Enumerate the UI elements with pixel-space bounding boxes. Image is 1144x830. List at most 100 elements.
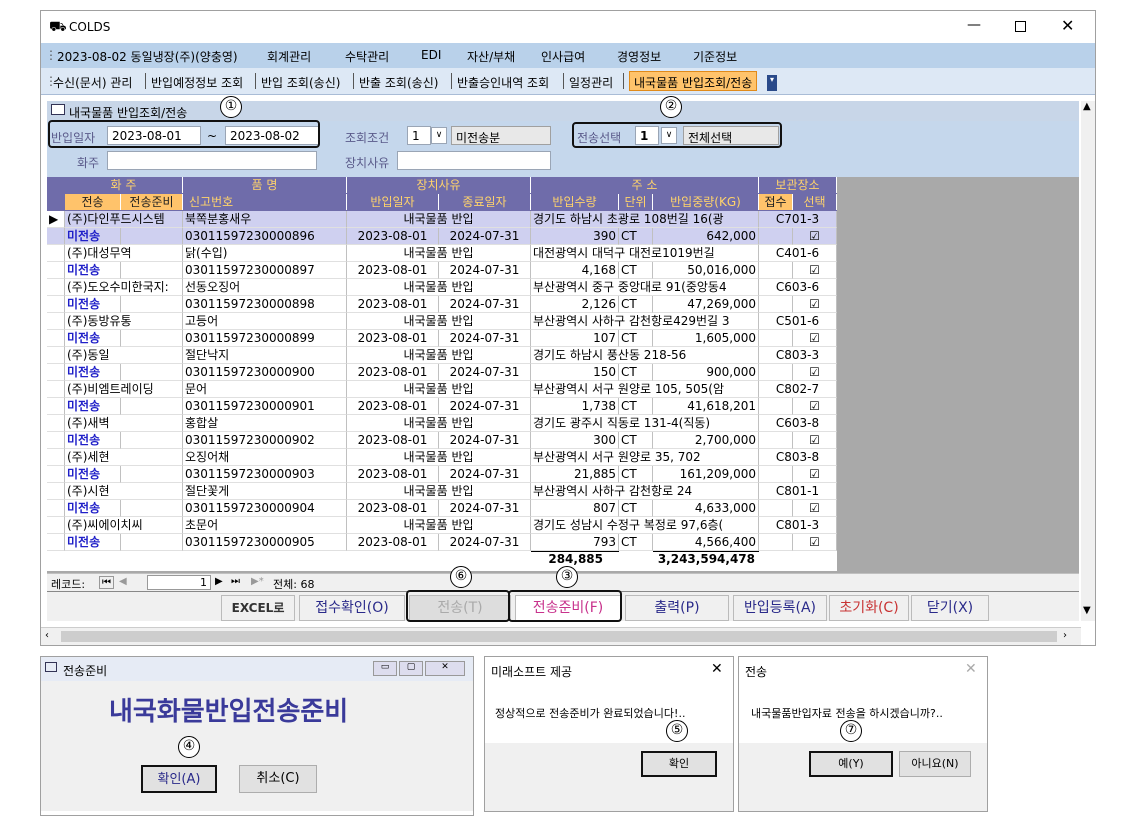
- dlg1-close-icon[interactable]: ✕: [425, 661, 465, 676]
- tb-planned-inbound[interactable]: 반입예정정보 조회: [151, 74, 243, 91]
- accept-cell: [759, 228, 793, 245]
- tb-outbound-query[interactable]: 반출 조회(송신): [359, 74, 438, 91]
- callout-3: ③: [556, 566, 578, 588]
- scroll-left-icon[interactable]: ‹: [45, 630, 49, 641]
- select-checkbox[interactable]: ☑: [793, 466, 837, 483]
- select-checkbox[interactable]: ☑: [793, 262, 837, 279]
- indate-cell: 2023-08-01: [347, 466, 439, 483]
- callout-box-3: [508, 590, 622, 622]
- dlg1-cancel-button[interactable]: 취소(C): [239, 765, 317, 793]
- menu-company[interactable]: 2023-08-02 동일냉장(주)(양충영): [57, 48, 238, 65]
- menu-edi[interactable]: EDI: [421, 48, 441, 62]
- dialog-info: 미래소프트 제공 ✕ 정상적으로 전송준비가 완료되었습니다!.. 확인: [484, 656, 734, 812]
- receive-confirm-button[interactable]: 접수확인(O): [299, 595, 405, 621]
- owner-input[interactable]: [107, 151, 317, 170]
- tb-outbound-approval[interactable]: 반출승인내역 조회: [457, 74, 549, 91]
- menu-assets[interactable]: 자산/부채: [467, 48, 515, 65]
- maximize-icon[interactable]: [1015, 21, 1026, 32]
- select-checkbox[interactable]: ☑: [793, 500, 837, 517]
- menu-standards[interactable]: 기준정보: [693, 48, 737, 65]
- tb-active-tab[interactable]: 내국물품 반입조회/전송: [629, 71, 758, 91]
- select-checkbox[interactable]: ☑: [793, 534, 837, 551]
- table-row[interactable]: (주)씨에이치씨 초문어 내국물품 반입 경기도 성남시 수정구 복정로 97,6층(…: [47, 517, 837, 551]
- select-checkbox[interactable]: ☑: [793, 398, 837, 415]
- tb-inbound-query[interactable]: 반입 조회(송신): [261, 74, 340, 91]
- reason-input[interactable]: [397, 151, 551, 170]
- scroll-thumb[interactable]: [61, 631, 1057, 642]
- dlg3-close-icon[interactable]: ✕: [965, 661, 977, 677]
- weight-cell: 642,000: [653, 228, 759, 245]
- dlg3-no-button[interactable]: 아니요(N): [899, 751, 971, 777]
- table-row[interactable]: (주)비엠트레이딩 문어 내국물품 반입 부산광역시 서구 원양로 105, 505(…: [47, 381, 837, 415]
- horizontal-scrollbar[interactable]: ‹ ›: [41, 627, 1081, 645]
- dlg1-ok-button[interactable]: 확인(A): [141, 765, 217, 793]
- vertical-scrollbar[interactable]: ▲ ▼: [1081, 101, 1095, 621]
- table-row[interactable]: (주)새벽 홍합살 내국물품 반입 경기도 광주시 직동로 131-4(직동) C603…: [47, 415, 837, 449]
- overflow-icon[interactable]: ▾: [767, 75, 777, 91]
- dlg2-close-icon[interactable]: ✕: [711, 661, 723, 677]
- excel-button[interactable]: EXCEL로: [221, 595, 295, 621]
- item-cell: 오징어채: [183, 449, 347, 466]
- query-select[interactable]: 1: [407, 126, 431, 145]
- indate-cell: 2023-08-01: [347, 432, 439, 449]
- row-selector[interactable]: [47, 245, 65, 262]
- row-selector[interactable]: [47, 381, 65, 398]
- row-gap: [47, 262, 65, 279]
- select-checkbox[interactable]: ☑: [793, 364, 837, 381]
- minimize-icon[interactable]: —: [967, 17, 981, 33]
- record-input[interactable]: 1: [147, 575, 211, 590]
- last-record-icon[interactable]: ⏭: [231, 576, 240, 587]
- scroll-right-icon[interactable]: ›: [1063, 630, 1067, 641]
- first-record-icon[interactable]: ⏮: [99, 576, 114, 589]
- dlg3-yes-button[interactable]: 예(Y): [809, 751, 893, 777]
- next-record-icon[interactable]: ▶: [215, 576, 223, 587]
- row-selector[interactable]: ▶: [47, 211, 65, 228]
- header-unit: 단위: [619, 194, 653, 210]
- table-row[interactable]: (주)대성무역 닭(수입) 내국물품 반입 대전광역시 대덕구 대전로1019번길 C4…: [47, 245, 837, 279]
- row-gap: [47, 330, 65, 347]
- prev-record-icon[interactable]: ◀: [119, 576, 127, 587]
- reason-cell: 내국물품 반입: [347, 245, 531, 262]
- select-checkbox[interactable]: ☑: [793, 228, 837, 245]
- dlg1-maximize-icon[interactable]: ▢: [399, 661, 423, 676]
- inbound-register-button[interactable]: 반입등록(A): [733, 595, 827, 621]
- row-selector[interactable]: [47, 279, 65, 296]
- table-row[interactable]: (주)동일 절단낙지 내국물품 반입 경기도 하남시 풍산동 218-56 C803-3…: [47, 347, 837, 381]
- table-row[interactable]: (주)세현 오징어채 내국물품 반입 부산광역시 서구 원양로 35, 702 C803…: [47, 449, 837, 483]
- close-icon[interactable]: ✕: [1061, 16, 1074, 35]
- menu-accounting[interactable]: 회계관리: [267, 48, 311, 65]
- table-row[interactable]: (주)동방유통 고등어 내국물품 반입 부산광역시 사하구 감천항로429번길 3 C5…: [47, 313, 837, 347]
- table-row[interactable]: ▶ (주)다인푸드시스템 북쪽분홍새우 내국물품 반입 경기도 하남시 초광로 108번…: [47, 211, 837, 245]
- select-checkbox[interactable]: ☑: [793, 330, 837, 347]
- menu-consignment[interactable]: 수탁관리: [345, 48, 389, 65]
- menu-management[interactable]: 경영정보: [617, 48, 661, 65]
- tb-schedule[interactable]: 일정관리: [569, 74, 613, 91]
- dlg1-minimize-icon[interactable]: ▭: [373, 661, 397, 676]
- dlg1-title-bar: 전송준비 ▭ ▢ ✕: [41, 657, 473, 681]
- reason-cell: 내국물품 반입: [347, 517, 531, 534]
- row-selector[interactable]: [47, 415, 65, 432]
- dlg2-ok-button[interactable]: 확인: [641, 751, 717, 777]
- table-row[interactable]: (주)시현 절단꽃게 내국물품 반입 부산광역시 사하구 감천항로 24 C801-1 미…: [47, 483, 837, 517]
- row-selector[interactable]: [47, 483, 65, 500]
- query-dropdown-icon[interactable]: ∨: [431, 127, 447, 144]
- row-selector[interactable]: [47, 347, 65, 364]
- close-button[interactable]: 닫기(X): [911, 595, 989, 621]
- row-selector[interactable]: [47, 517, 65, 534]
- scroll-down-icon[interactable]: ▼: [1083, 605, 1091, 616]
- scroll-up-icon[interactable]: ▲: [1083, 101, 1091, 112]
- address-cell: 경기도 성남시 수정구 복정로 97,6층(: [531, 517, 759, 534]
- select-checkbox[interactable]: ☑: [793, 432, 837, 449]
- accept-cell: [759, 330, 793, 347]
- total-qty: 284,885: [531, 551, 619, 566]
- select-checkbox[interactable]: ☑: [793, 296, 837, 313]
- prep-cell: [121, 500, 183, 517]
- row-selector[interactable]: [47, 449, 65, 466]
- new-record-icon[interactable]: ▶*: [251, 576, 264, 587]
- menu-hr[interactable]: 인사급여: [541, 48, 585, 65]
- reset-button[interactable]: 초기화(C): [829, 595, 909, 621]
- print-button[interactable]: 출력(P): [625, 595, 729, 621]
- row-selector[interactable]: [47, 313, 65, 330]
- table-row[interactable]: (주)도오수미한국지: 선동오징어 내국물품 반입 부산광역시 중구 중앙대로 91(…: [47, 279, 837, 313]
- tb-receive-doc[interactable]: 수신(문서) 관리: [53, 74, 132, 91]
